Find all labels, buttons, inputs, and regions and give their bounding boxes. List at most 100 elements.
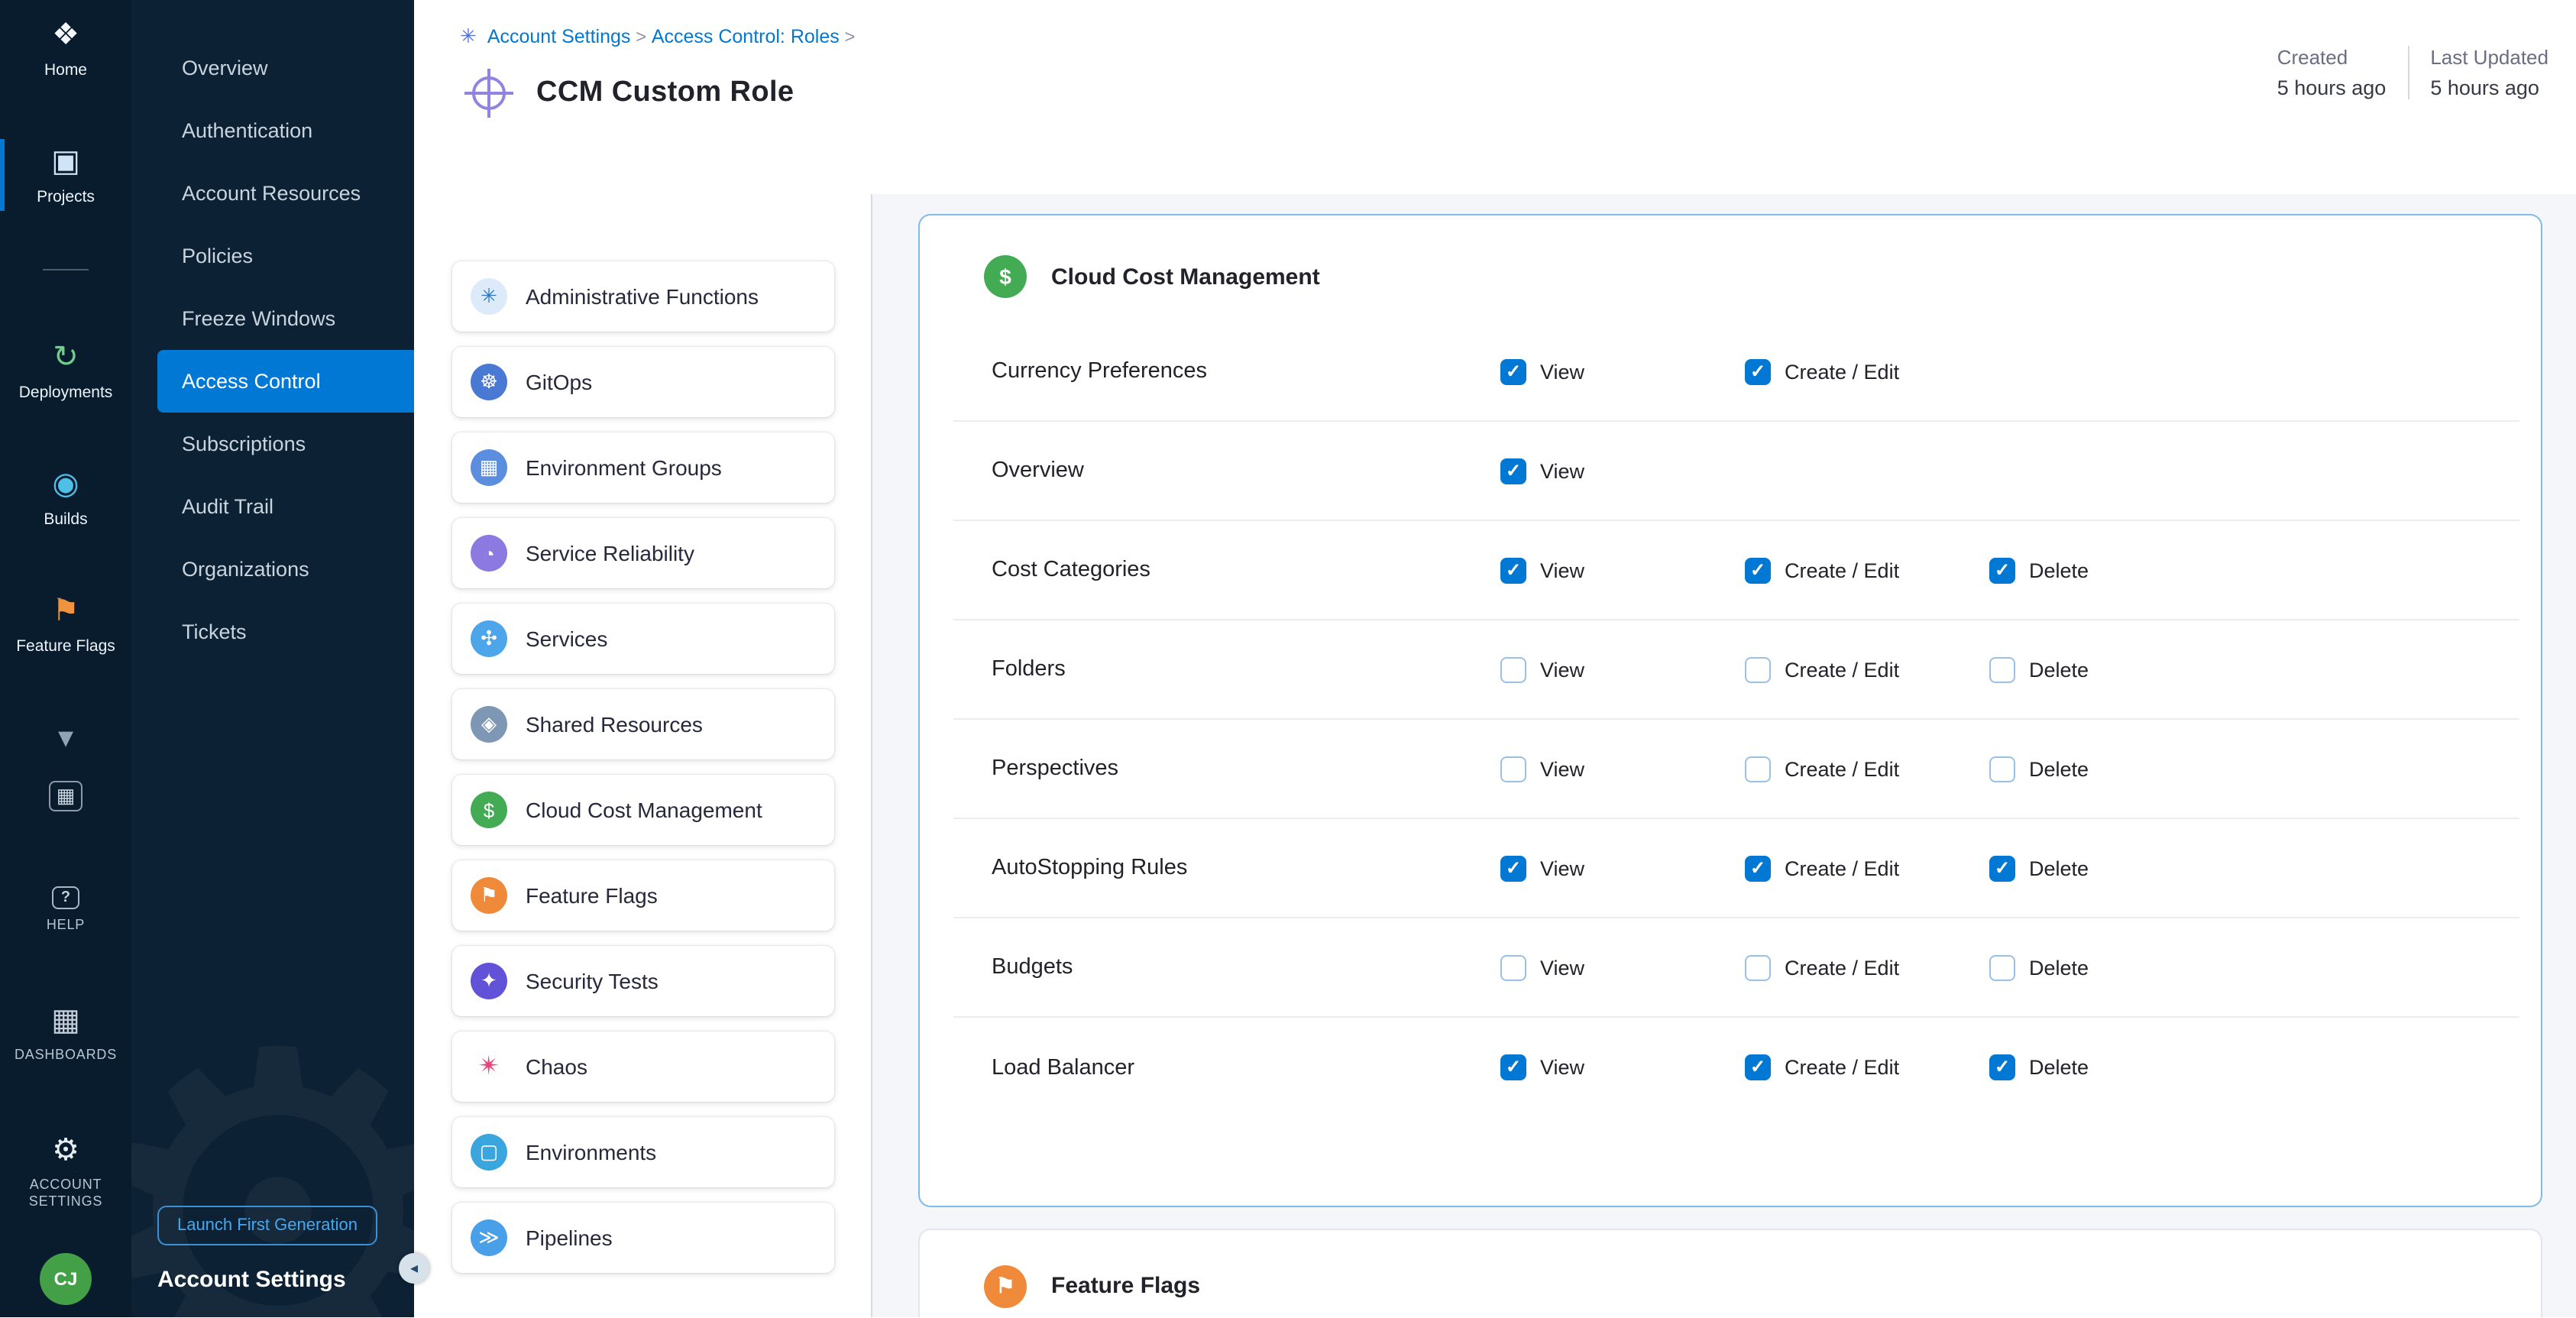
- sidebar-item-authentication[interactable]: Authentication: [157, 99, 414, 162]
- checkbox-cost-categories-create-edit[interactable]: ✓: [1745, 557, 1771, 583]
- pipelines-icon: ≫: [471, 1219, 507, 1256]
- permission-cell: ✓ Create / Edit: [1745, 855, 1989, 881]
- rail-item-module-chevron[interactable]: ▾: [0, 715, 131, 761]
- rail-item-projects[interactable]: ▣Projects: [0, 139, 131, 211]
- permission-row-currency-preferences: Currency Preferences✓View✓Create / Edit: [953, 322, 2519, 422]
- checkbox-cost-categories-view[interactable]: ✓: [1500, 557, 1526, 583]
- sidebar-collapse-button[interactable]: ◂: [399, 1253, 429, 1284]
- rail-item-feature-flags[interactable]: ⚑Feature Flags: [0, 588, 131, 660]
- checkbox-autostopping-rules-view[interactable]: ✓: [1500, 855, 1526, 881]
- rail-item-label: Feature Flags: [16, 637, 115, 656]
- harness-logo-icon: ❖: [52, 17, 79, 53]
- title-row: CCM Custom Role: [460, 76, 2552, 110]
- permission-action-label: View: [1540, 1056, 1584, 1079]
- permission-resource-label: Budgets: [953, 955, 1500, 980]
- rail-item-module-grid[interactable]: ▦: [0, 776, 131, 816]
- rail-item-help[interactable]: ?HELP: [0, 882, 131, 940]
- rail-item-account-settings[interactable]: ⚙ACCOUNT SETTINGS: [0, 1127, 131, 1216]
- checkbox-currency-preferences-view[interactable]: ✓: [1500, 358, 1526, 384]
- sidebar-item-audit-trail[interactable]: Audit Trail: [157, 475, 414, 538]
- permission-row-budgets: BudgetsViewCreate / EditDelete: [953, 918, 2519, 1018]
- resource-card-shared-resources[interactable]: ◈Shared Resources: [452, 689, 834, 759]
- breadcrumb-link-account-settings[interactable]: Account Settings: [487, 26, 631, 47]
- checkbox-folders-delete[interactable]: [1989, 656, 2015, 682]
- permission-action-label: Create / Edit: [1785, 658, 1899, 681]
- feature-flags-section-title: Feature Flags: [1051, 1273, 1200, 1299]
- permission-cell: ✓ View: [1500, 1054, 1745, 1080]
- resource-card-services[interactable]: ✣Services: [452, 604, 834, 674]
- checkbox-budgets-delete[interactable]: [1989, 954, 2015, 980]
- sidebar-item-tickets[interactable]: Tickets: [157, 601, 414, 663]
- checkbox-budgets-view[interactable]: [1500, 954, 1526, 980]
- checkbox-perspectives-view[interactable]: [1500, 756, 1526, 782]
- app-root: ❖Home▣Projects↻Deployments◉Builds⚑Featur…: [0, 0, 2576, 1317]
- checkbox-folders-create-edit[interactable]: [1745, 656, 1771, 682]
- sidebar-item-freeze-windows[interactable]: Freeze Windows: [157, 287, 414, 350]
- sidebar-item-access-control[interactable]: Access Control: [157, 350, 414, 413]
- resource-card-security-tests[interactable]: ✦Security Tests: [452, 946, 834, 1016]
- resource-card-label: Cloud Cost Management: [526, 798, 762, 822]
- checkbox-autostopping-rules-delete[interactable]: ✓: [1989, 855, 2015, 881]
- permission-cell: Create / Edit: [1745, 656, 1989, 682]
- permission-cell: View: [1500, 656, 1745, 682]
- sidebar-item-subscriptions[interactable]: Subscriptions: [157, 413, 414, 475]
- rail-item-deployments[interactable]: ↻Deployments: [0, 335, 131, 406]
- permission-resource-label: Cost Categories: [953, 558, 1500, 582]
- checkbox-currency-preferences-create-edit[interactable]: ✓: [1745, 358, 1771, 384]
- ccm-icon: $: [471, 792, 507, 828]
- resource-card-cloud-cost-management[interactable]: $ Cloud Cost Management: [452, 775, 834, 845]
- sidebar-item-overview[interactable]: Overview: [157, 37, 414, 99]
- breadcrumb-link-access-control-roles[interactable]: Access Control: Roles: [652, 26, 840, 47]
- permission-row-load-balancer: Load Balancer✓View✓Create / Edit✓Delete: [953, 1018, 2519, 1117]
- permission-resource-label: Overview: [953, 458, 1500, 483]
- sidebar-spacer: [131, 663, 414, 1206]
- checkbox-load-balancer-create-edit[interactable]: ✓: [1745, 1054, 1771, 1080]
- checkbox-folders-view[interactable]: [1500, 656, 1526, 682]
- checkbox-overview-view[interactable]: ✓: [1500, 458, 1526, 484]
- settings-sparkle-icon: ✳: [460, 24, 477, 49]
- permission-cell: View: [1500, 756, 1745, 782]
- resource-card-administrative-functions[interactable]: ✳Administrative Functions: [452, 261, 834, 332]
- resource-card-label: Services: [526, 627, 607, 651]
- rail-item-builds[interactable]: ◉Builds: [0, 461, 131, 533]
- resource-card-service-reliability[interactable]: ◔Service Reliability: [452, 518, 834, 588]
- sidebar-menu: OverviewAuthenticationAccount ResourcesP…: [131, 37, 414, 663]
- permission-action-label: Create / Edit: [1785, 857, 1899, 879]
- checkbox-perspectives-delete[interactable]: [1989, 756, 2015, 782]
- permission-cell: ✓View: [1500, 458, 1745, 484]
- resource-card-gitops[interactable]: ☸GitOps: [452, 347, 834, 417]
- resource-card-label: Administrative Functions: [526, 284, 759, 309]
- user-avatar[interactable]: CJ: [40, 1253, 92, 1305]
- permissions-card-title: Cloud Cost Management: [1051, 264, 1320, 290]
- created-meta: Created 5 hours ago: [2277, 46, 2387, 99]
- resource-card-label: Pipelines: [526, 1226, 613, 1250]
- checkbox-cost-categories-delete[interactable]: ✓: [1989, 557, 2015, 583]
- resource-card-pipelines[interactable]: ≫ Pipelines: [452, 1203, 834, 1273]
- last-updated-label: Last Updated: [2430, 46, 2548, 69]
- checkbox-autostopping-rules-create-edit[interactable]: ✓: [1745, 855, 1771, 881]
- nav-rail-bottom: ?HELP ▦DASHBOARDS ⚙ACCOUNT SETTINGS: [0, 882, 131, 1254]
- page-header: ✳ Account Settings > Access Control: Rol…: [414, 0, 2576, 194]
- launch-first-generation-button[interactable]: Launch First Generation: [157, 1206, 377, 1245]
- permission-resource-label: Folders: [953, 657, 1500, 682]
- resource-card-label: Security Tests: [526, 969, 659, 993]
- feature-flags-icon: ⚑: [471, 877, 507, 914]
- resource-card-environments[interactable]: ▢Environments: [452, 1117, 834, 1187]
- permission-action-label: Create / Edit: [1785, 559, 1899, 581]
- last-updated-value: 5 hours ago: [2430, 76, 2548, 99]
- checkbox-perspectives-create-edit[interactable]: [1745, 756, 1771, 782]
- resource-card-feature-flags[interactable]: ⚑Feature Flags: [452, 860, 834, 931]
- checkbox-load-balancer-delete[interactable]: ✓: [1989, 1054, 2015, 1080]
- sidebar-item-policies[interactable]: Policies: [157, 225, 414, 287]
- rail-item-home[interactable]: ❖Home: [0, 12, 131, 84]
- permission-action-label: Delete: [2029, 857, 2089, 879]
- resource-card-environment-groups[interactable]: ▦Environment Groups: [452, 432, 834, 503]
- checkbox-load-balancer-view[interactable]: ✓: [1500, 1054, 1526, 1080]
- sidebar-item-account-resources[interactable]: Account Resources: [157, 162, 414, 225]
- permission-cell: Create / Edit: [1745, 756, 1989, 782]
- sidebar-item-organizations[interactable]: Organizations: [157, 538, 414, 601]
- checkbox-budgets-create-edit[interactable]: [1745, 954, 1771, 980]
- rail-item-dashboards[interactable]: ▦DASHBOARDS: [0, 998, 131, 1069]
- resource-card-chaos[interactable]: ✴Chaos: [452, 1031, 834, 1102]
- permissions-panel: $ Cloud Cost Management Currency Prefere…: [872, 194, 2576, 1317]
